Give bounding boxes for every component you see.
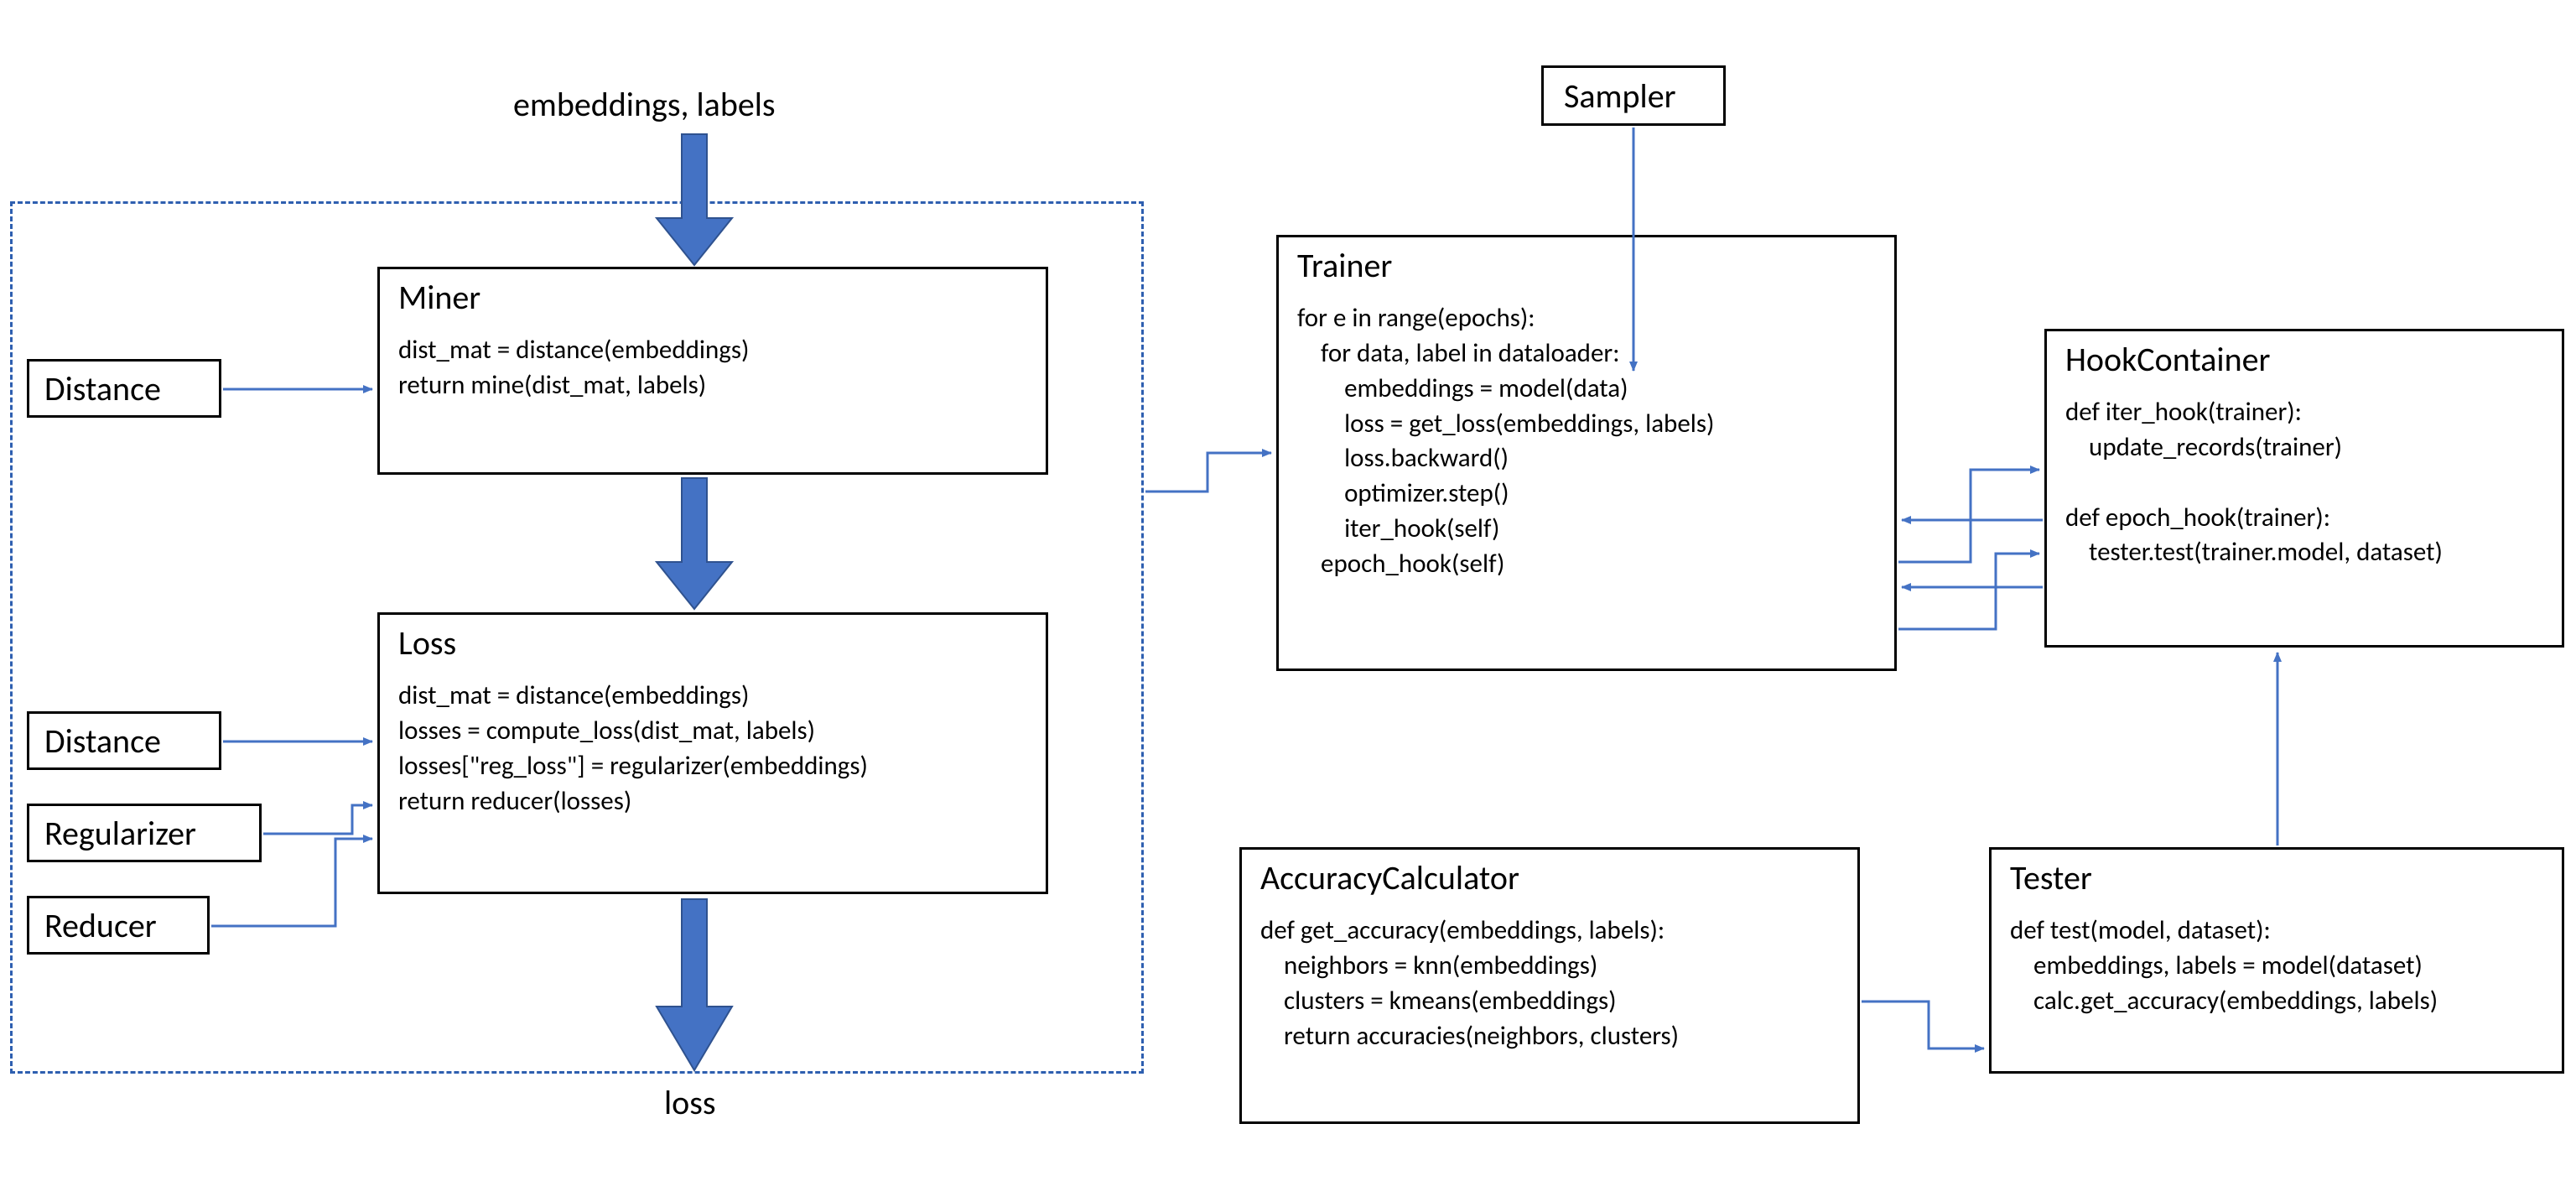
diagram-canvas: embeddings, labels loss Miner dist_mat =… bbox=[0, 0, 2576, 1181]
distance-miner-box: Distance bbox=[27, 359, 221, 418]
reducer-box: Reducer bbox=[27, 896, 210, 955]
loss-title: Loss bbox=[398, 623, 1027, 663]
tester-title: Tester bbox=[2010, 858, 2543, 898]
accuracycalculator-title: AccuracyCalculator bbox=[1260, 858, 1839, 898]
miner-title: Miner bbox=[398, 278, 1027, 318]
tester-body: def test(model, dataset): embeddings, la… bbox=[2010, 913, 2543, 1019]
miner-box: Miner dist_mat = distance(embeddings) re… bbox=[377, 267, 1048, 475]
loss-box: Loss dist_mat = distance(embeddings) los… bbox=[377, 612, 1048, 894]
accuracycalculator-body: def get_accuracy(embeddings, labels): ne… bbox=[1260, 913, 1839, 1054]
loss-body: dist_mat = distance(embeddings) losses =… bbox=[398, 679, 1027, 819]
miner-body: dist_mat = distance(embeddings) return m… bbox=[398, 333, 1027, 403]
trainer-body: for e in range(epochs): for data, label … bbox=[1297, 301, 1876, 582]
regularizer-box: Regularizer bbox=[27, 804, 262, 862]
arrow-accuracy-to-tester bbox=[1862, 1002, 1984, 1048]
arrow-trainer-iterhook-to-hook bbox=[1898, 470, 2039, 562]
tester-box: Tester def test(model, dataset): embeddi… bbox=[1989, 847, 2564, 1074]
output-label: loss bbox=[664, 1082, 716, 1123]
distance-loss-box: Distance bbox=[27, 711, 221, 770]
arrow-trainer-epochhook-to-hook bbox=[1898, 554, 2039, 629]
hookcontainer-box: HookContainer def iter_hook(trainer): up… bbox=[2044, 329, 2564, 648]
sampler-box: Sampler bbox=[1541, 65, 1726, 126]
trainer-box: Trainer for e in range(epochs): for data… bbox=[1276, 235, 1897, 671]
arrow-pipeline-to-trainer bbox=[1145, 453, 1271, 492]
input-label: embeddings, labels bbox=[513, 84, 776, 125]
accuracycalculator-box: AccuracyCalculator def get_accuracy(embe… bbox=[1239, 847, 1860, 1124]
trainer-title: Trainer bbox=[1297, 246, 1876, 286]
hookcontainer-title: HookContainer bbox=[2065, 340, 2543, 380]
hookcontainer-body: def iter_hook(trainer): update_records(t… bbox=[2065, 395, 2543, 570]
